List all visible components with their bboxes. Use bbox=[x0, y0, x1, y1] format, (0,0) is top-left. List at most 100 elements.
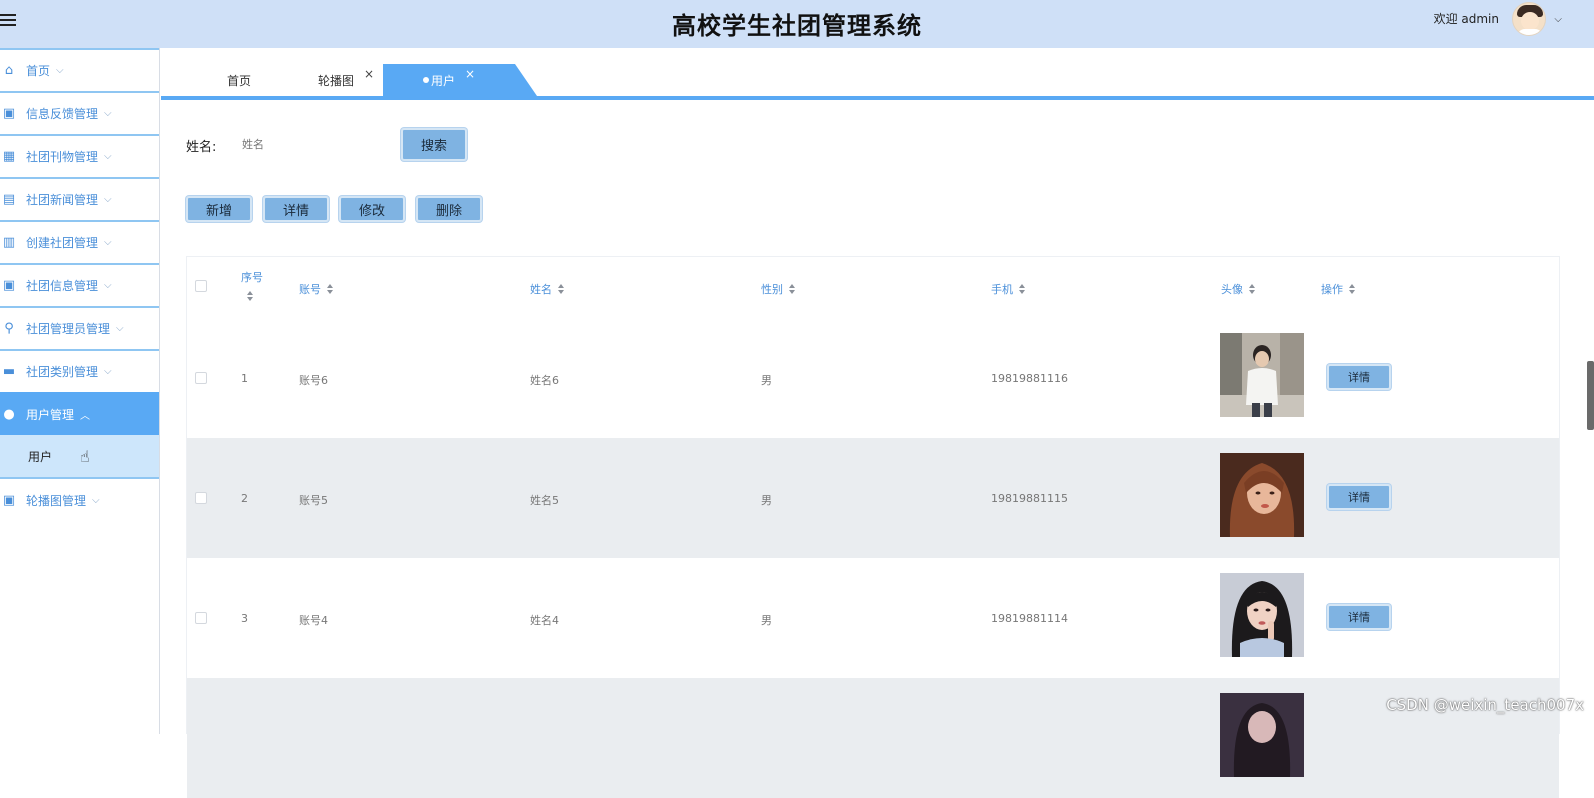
sidebar-item-label: 社团管理员管理 bbox=[26, 320, 110, 337]
scrollbar-thumb[interactable] bbox=[1587, 361, 1594, 430]
column-header-label: 序号 bbox=[241, 269, 263, 285]
delete-button[interactable]: 删除 bbox=[416, 196, 482, 222]
cell-gender: 男 bbox=[761, 372, 772, 388]
row-checkbox[interactable] bbox=[195, 492, 207, 504]
column-header-index[interactable]: 序号 bbox=[241, 269, 263, 301]
sidebar-item-label: 创建社团管理 bbox=[26, 234, 98, 251]
column-header-name[interactable]: 姓名 bbox=[530, 281, 565, 297]
sort-icon[interactable] bbox=[1249, 284, 1256, 294]
user-table: 序号 账号 姓名 性别 手机 头像 操作 1 账号6 姓名6 男 1981988… bbox=[186, 256, 1560, 734]
sidebar-item-publication[interactable]: ▦ 社团刊物管理 ⌵ bbox=[0, 134, 159, 177]
chevron-down-icon: ⌵ bbox=[104, 280, 112, 291]
sort-icon[interactable] bbox=[1349, 284, 1356, 294]
chevron-down-icon: ⌵ bbox=[104, 237, 112, 248]
chevron-down-icon: ⌵ bbox=[92, 495, 100, 506]
column-header-account[interactable]: 账号 bbox=[299, 281, 334, 297]
close-icon[interactable]: × bbox=[364, 67, 374, 81]
select-all-checkbox[interactable] bbox=[195, 280, 207, 292]
row-checkbox[interactable] bbox=[195, 612, 207, 624]
sort-icon[interactable] bbox=[247, 291, 254, 301]
search-name-input[interactable] bbox=[232, 130, 387, 158]
column-header-gender[interactable]: 性别 bbox=[761, 281, 796, 297]
table-row[interactable]: 2 账号5 姓名5 男 19819881115 详情 bbox=[187, 438, 1559, 558]
table-row[interactable] bbox=[187, 678, 1559, 798]
tab-bar: 首页 轮播图 × 用户 × bbox=[161, 48, 1594, 100]
tab-carousel[interactable]: 轮播图 × bbox=[318, 64, 374, 96]
gift-icon: ▥ bbox=[2, 236, 16, 250]
sort-icon[interactable] bbox=[789, 284, 796, 294]
search-button[interactable]: 搜索 bbox=[401, 128, 467, 161]
close-icon[interactable]: × bbox=[465, 67, 475, 81]
row-detail-button[interactable]: 详情 bbox=[1327, 484, 1391, 510]
column-header-label: 账号 bbox=[299, 281, 321, 297]
row-detail-button[interactable]: 详情 bbox=[1327, 364, 1391, 390]
cell-name: 姓名6 bbox=[530, 372, 559, 388]
sidebar-item-user-management[interactable]: ● 用户管理 ︿ bbox=[0, 392, 159, 435]
cell-gender: 男 bbox=[761, 612, 772, 628]
table-row[interactable]: 3 账号4 姓名4 男 19819881114 详情 bbox=[187, 558, 1559, 678]
user-photo bbox=[1220, 693, 1304, 777]
chevron-down-icon: ⌵ bbox=[104, 151, 112, 162]
sort-icon[interactable] bbox=[1019, 284, 1026, 294]
column-header-label: 姓名 bbox=[530, 281, 552, 297]
sidebar-item-carousel[interactable]: ▣ 轮播图管理 ⌵ bbox=[0, 479, 159, 522]
sidebar-item-label: 社团类别管理 bbox=[26, 363, 98, 380]
active-dot-icon bbox=[423, 77, 429, 83]
sort-icon[interactable] bbox=[327, 284, 334, 294]
sort-icon[interactable] bbox=[558, 284, 565, 294]
cell-account: 账号4 bbox=[299, 612, 328, 628]
chevron-down-icon: ⌵ bbox=[56, 65, 64, 76]
welcome-text: 欢迎 admin bbox=[1434, 10, 1499, 27]
sidebar-item-feedback[interactable]: ▣ 信息反馈管理 ⌵ bbox=[0, 91, 159, 134]
column-header-actions[interactable]: 操作 bbox=[1321, 281, 1356, 297]
column-header-label: 手机 bbox=[991, 281, 1013, 297]
sidebar-item-home[interactable]: ⌂ 首页 ⌵ bbox=[0, 48, 159, 91]
sidebar: ⌂ 首页 ⌵ ▣ 信息反馈管理 ⌵ ▦ 社团刊物管理 ⌵ ▤ 社团新闻管理 ⌵ … bbox=[0, 48, 160, 734]
cell-index: 1 bbox=[241, 372, 248, 385]
watermark-text: CSDN @weixin_teach007x bbox=[1386, 696, 1584, 714]
detail-button[interactable]: 详情 bbox=[263, 196, 329, 222]
table-row[interactable]: 1 账号6 姓名6 男 19819881116 详情 bbox=[187, 318, 1559, 438]
user-photo bbox=[1220, 333, 1304, 417]
row-checkbox[interactable] bbox=[195, 372, 207, 384]
column-header-label: 性别 bbox=[761, 281, 783, 297]
chevron-down-icon: ⌵ bbox=[116, 323, 124, 334]
sidebar-item-label: 信息反馈管理 bbox=[26, 105, 98, 122]
image-icon: ▣ bbox=[2, 494, 16, 508]
table-header: 序号 账号 姓名 性别 手机 头像 操作 bbox=[187, 257, 1559, 318]
cell-phone: 19819881114 bbox=[991, 612, 1068, 625]
user-icon: ● bbox=[2, 408, 16, 422]
sidebar-item-label: 首页 bbox=[26, 62, 50, 79]
sidebar-item-news[interactable]: ▤ 社团新闻管理 ⌵ bbox=[0, 177, 159, 220]
tab-home[interactable]: 首页 bbox=[227, 64, 251, 96]
tab-label: 首页 bbox=[227, 72, 251, 89]
chevron-down-icon[interactable]: ⌵ bbox=[1554, 14, 1562, 25]
pointer-cursor-icon: ☝ bbox=[80, 447, 90, 466]
edit-button[interactable]: 修改 bbox=[339, 196, 405, 222]
home-icon: ⌂ bbox=[2, 64, 16, 78]
add-button[interactable]: 新增 bbox=[186, 196, 252, 222]
sidebar-item-label: 轮播图管理 bbox=[26, 492, 86, 509]
sidebar-item-club-info[interactable]: ▣ 社团信息管理 ⌵ bbox=[0, 263, 159, 306]
column-header-label: 头像 bbox=[1221, 281, 1243, 297]
cell-account: 账号5 bbox=[299, 492, 328, 508]
image-icon: ▣ bbox=[2, 279, 16, 293]
cell-index: 2 bbox=[241, 492, 248, 505]
column-header-avatar[interactable]: 头像 bbox=[1221, 281, 1256, 297]
cell-account: 账号6 bbox=[299, 372, 328, 388]
sidebar-item-create-club[interactable]: ▥ 创建社团管理 ⌵ bbox=[0, 220, 159, 263]
user-avatar-icon[interactable] bbox=[1512, 2, 1546, 36]
cell-phone: 19819881115 bbox=[991, 492, 1068, 505]
grid-icon: ▦ bbox=[2, 150, 16, 164]
column-header-phone[interactable]: 手机 bbox=[991, 281, 1026, 297]
search-name-label: 姓名: bbox=[186, 136, 216, 155]
sidebar-item-club-admin[interactable]: ⚲ 社团管理员管理 ⌵ bbox=[0, 306, 159, 349]
shop-icon: ▬ bbox=[2, 365, 16, 379]
sidebar-item-club-category[interactable]: ▬ 社团类别管理 ⌵ bbox=[0, 349, 159, 392]
user-photo bbox=[1220, 453, 1304, 537]
chevron-up-icon: ︿ bbox=[80, 407, 90, 422]
tab-user[interactable]: 用户 × bbox=[383, 64, 515, 96]
tab-label: 轮播图 bbox=[318, 72, 354, 89]
row-detail-button[interactable]: 详情 bbox=[1327, 604, 1391, 630]
sidebar-subitem-user[interactable]: 用户 ☝ bbox=[0, 435, 159, 479]
